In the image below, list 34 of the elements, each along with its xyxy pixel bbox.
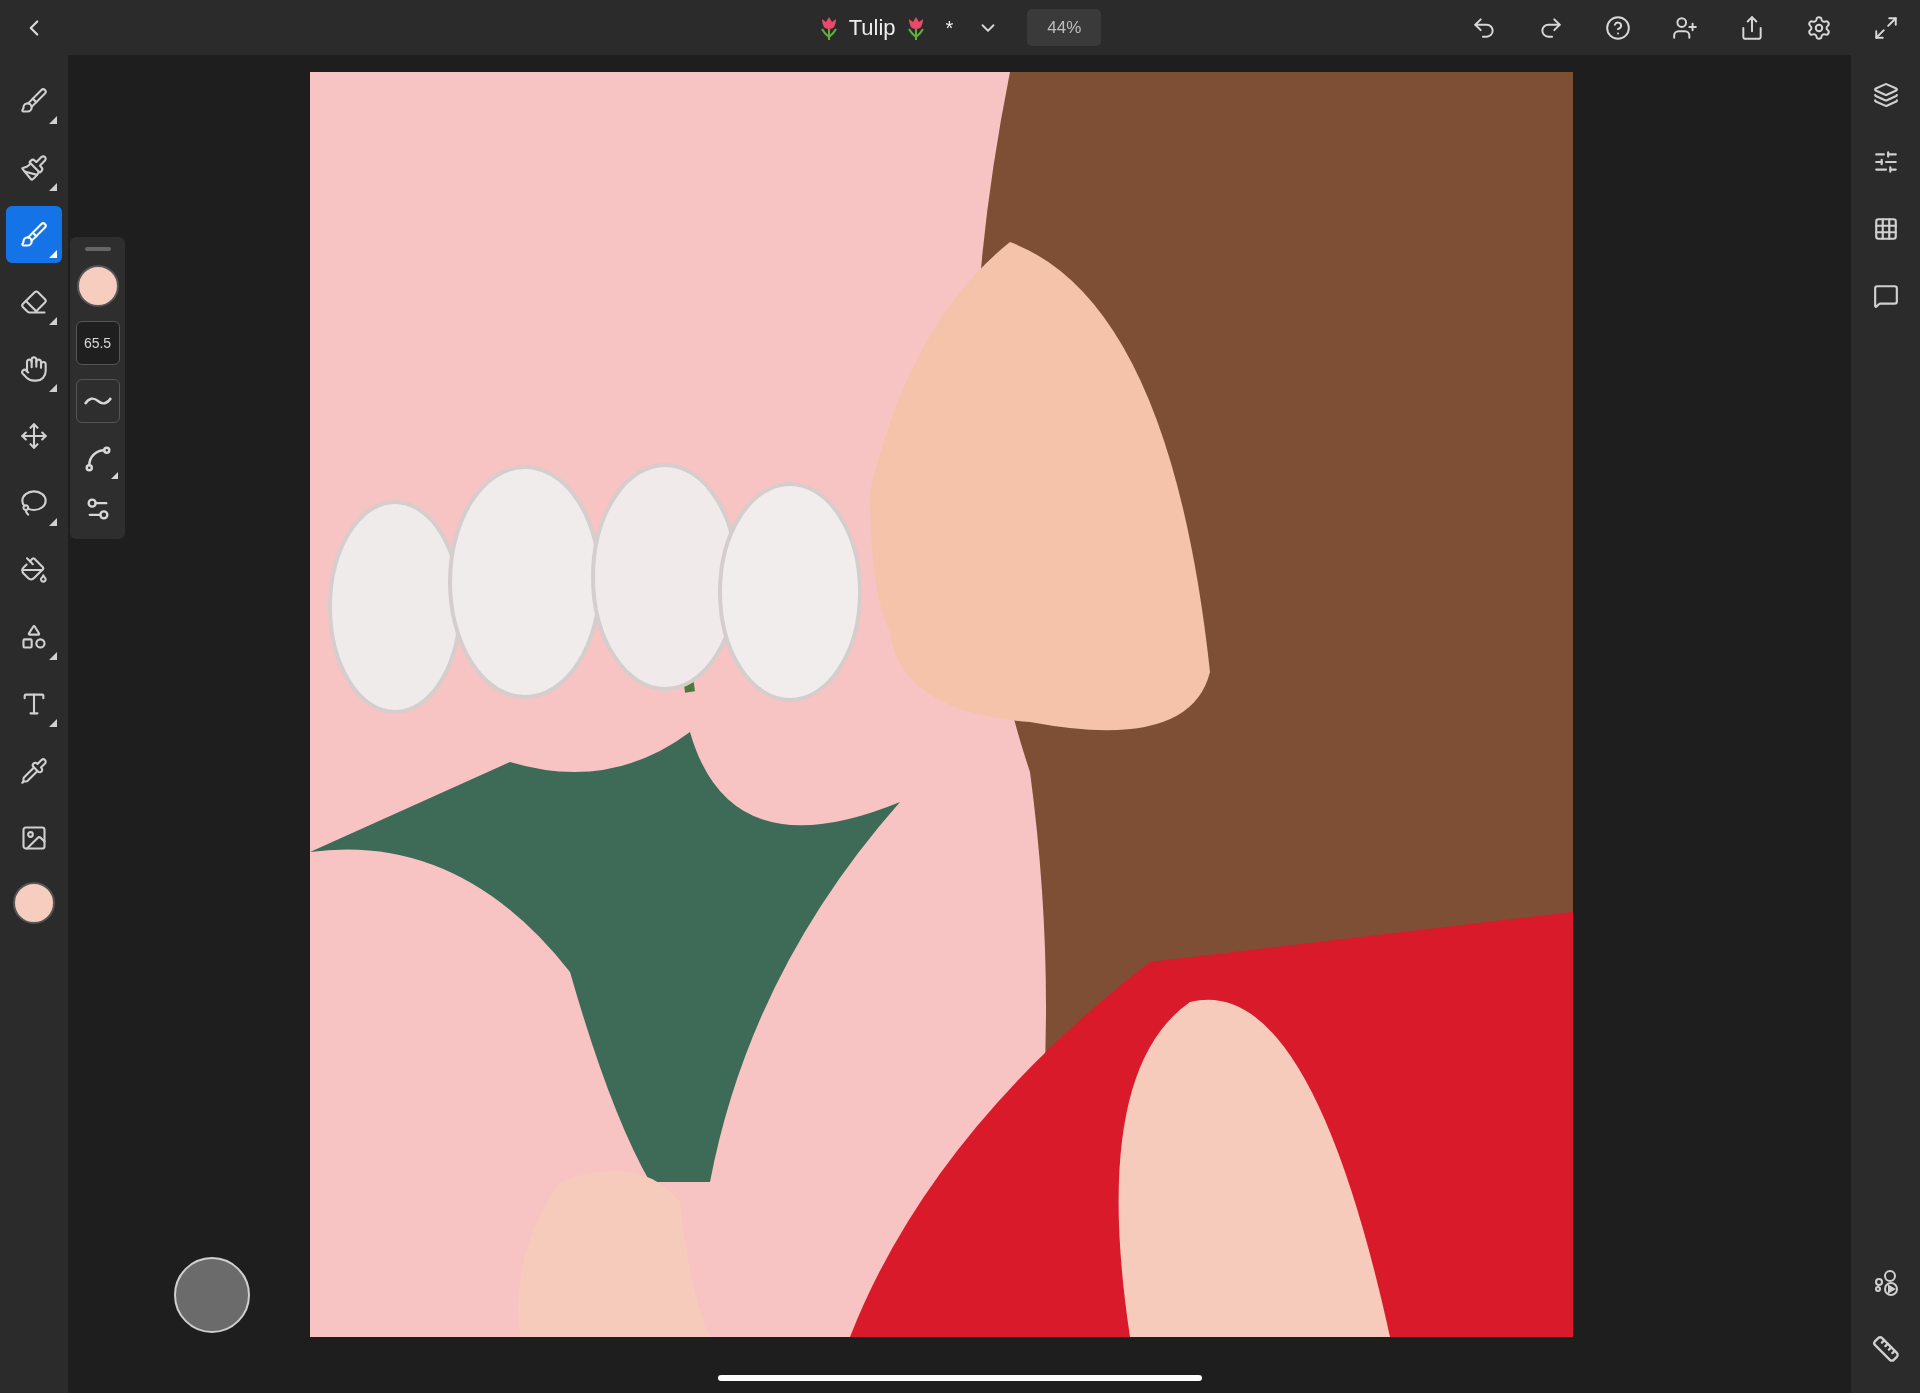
- panel-handle[interactable]: [84, 247, 111, 251]
- submenu-triangle-icon: [49, 518, 57, 526]
- submenu-triangle-icon: [49, 719, 57, 727]
- brush-icon: [20, 86, 48, 115]
- color-swatch[interactable]: [13, 882, 55, 924]
- submenu-triangle-icon: [49, 183, 57, 191]
- eyedropper-icon: [20, 756, 48, 785]
- document-title: Tulip: [848, 14, 896, 42]
- image-icon: [20, 823, 48, 852]
- move-icon: [20, 421, 48, 450]
- brush-color-swatch[interactable]: [76, 265, 119, 307]
- hand-icon: [20, 354, 48, 383]
- submenu-triangle-icon: [49, 384, 57, 392]
- shapes-icon: [20, 622, 48, 651]
- unsaved-mark: *: [945, 15, 954, 41]
- submenu-triangle-icon: [49, 317, 57, 325]
- eraser-icon: [20, 287, 48, 316]
- zoom-level[interactable]: 44%: [1027, 8, 1102, 47]
- submenu-triangle-icon: [49, 116, 57, 124]
- submenu-triangle-icon: [110, 472, 118, 479]
- smoothing-button[interactable]: [75, 379, 120, 423]
- lasso-icon: [20, 488, 48, 517]
- grid-icon[interactable]: [1872, 216, 1899, 242]
- paintbrush-icon: [20, 153, 48, 182]
- brush-size-field[interactable]: 65.5: [75, 321, 120, 365]
- sliders-icon[interactable]: [1872, 149, 1899, 175]
- ruler-icon[interactable]: [1871, 1335, 1900, 1363]
- tool-button[interactable]: [6, 206, 62, 263]
- submenu-triangle-icon: [49, 652, 57, 660]
- submenu-triangle-icon: [49, 250, 57, 258]
- comment-icon[interactable]: [1872, 283, 1899, 309]
- brush-icon: [20, 220, 48, 249]
- layers-icon[interactable]: [1872, 82, 1899, 108]
- paint-bucket-icon: [20, 555, 48, 584]
